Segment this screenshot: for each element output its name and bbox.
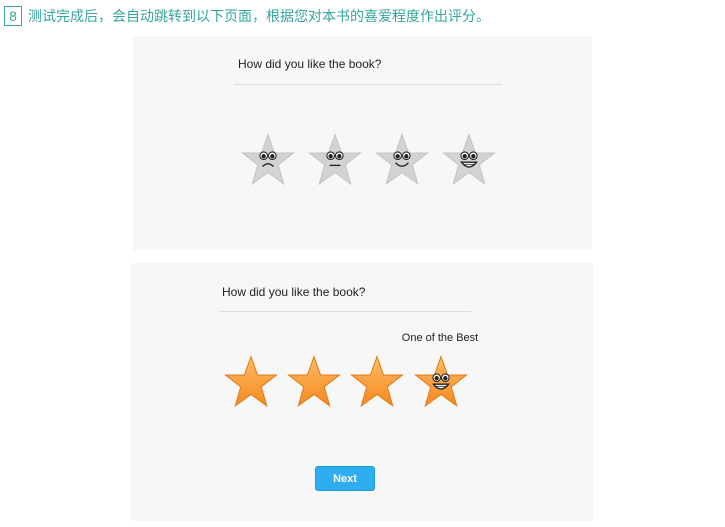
neutral-face-icon	[308, 132, 362, 186]
rating-star-4[interactable]	[442, 132, 496, 187]
rating-star-1-selected[interactable]	[224, 354, 278, 409]
star-filled-icon	[350, 354, 404, 408]
rating-star-2-selected[interactable]	[287, 354, 341, 409]
next-button[interactable]: Next	[315, 466, 375, 491]
selected-rating-label: One of the Best	[401, 332, 479, 344]
star-filled-icon	[287, 354, 341, 408]
question-divider	[234, 84, 502, 85]
rating-question: How did you like the book?	[238, 57, 382, 71]
rating-star-4-selected[interactable]	[414, 354, 468, 409]
smile-face-icon	[375, 132, 429, 186]
question-divider	[219, 311, 471, 312]
rating-question: How did you like the book?	[222, 285, 366, 299]
grin-face-icon	[442, 132, 496, 186]
star-filled-icon	[224, 354, 278, 408]
rating-star-1[interactable]	[241, 132, 295, 187]
rating-star-3[interactable]	[375, 132, 429, 187]
rating-star-2[interactable]	[308, 132, 362, 187]
sad-face-icon	[241, 132, 295, 186]
step-number-badge: 8	[4, 6, 22, 26]
step-header: 8 测试完成后，会自动跳转到以下页面，根据您对本书的喜爱程度作出评分。	[0, 5, 490, 27]
grin-face-star-icon	[414, 354, 468, 408]
step-instruction: 测试完成后，会自动跳转到以下页面，根据您对本书的喜爱程度作出评分。	[28, 9, 490, 25]
rating-star-3-selected[interactable]	[350, 354, 404, 409]
